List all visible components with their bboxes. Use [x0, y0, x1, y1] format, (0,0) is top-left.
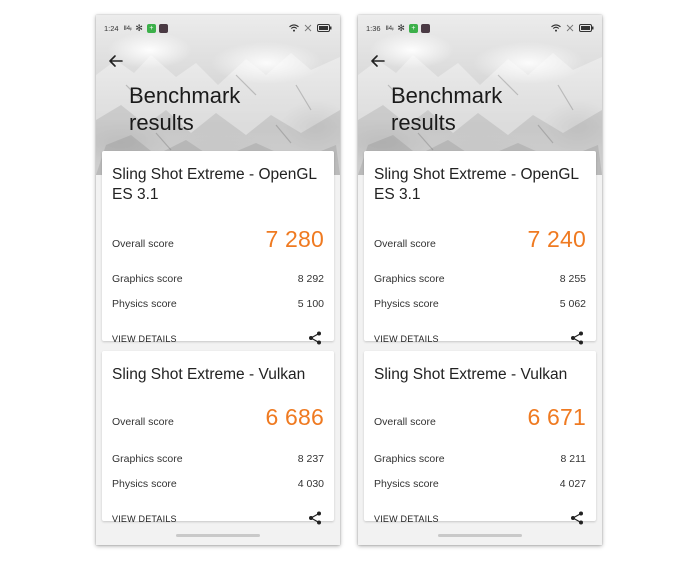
wifi-icon — [289, 24, 299, 32]
page-title-line-2: results — [391, 110, 456, 135]
graphics-score-label: Graphics score — [112, 453, 183, 465]
page-title-line-2: results — [129, 110, 194, 135]
snowflake-icon: ✻ — [135, 22, 143, 33]
no-sim-icon — [304, 24, 312, 32]
physics-score-row: Physics score 5 100 — [112, 298, 324, 310]
overall-score-value: 6 671 — [527, 404, 586, 430]
benchmark-card-opengl: Sling Shot Extreme - OpenGL ES 3.1 Overa… — [102, 151, 334, 345]
physics-score-value: 4 030 — [297, 478, 324, 490]
battery-icon — [317, 24, 332, 32]
share-icon[interactable] — [308, 511, 322, 525]
graphics-score-row: Graphics score 8 237 — [112, 453, 324, 465]
benchmark-card-opengl: Sling Shot Extreme - OpenGL ES 3.1 Overa… — [364, 151, 596, 345]
physics-score-label: Physics score — [374, 298, 439, 310]
status-bar: 1:36 Ⅱ4ᵢₗ ✻ + — [358, 15, 602, 41]
physics-score-row: Physics score 5 062 — [374, 298, 586, 310]
share-icon[interactable] — [570, 331, 584, 345]
card-title: Sling Shot Extreme - Vulkan — [374, 366, 568, 383]
benchmark-card-vulkan: Sling Shot Extreme - Vulkan Overall scor… — [102, 351, 334, 525]
view-details-button[interactable]: VIEW DETAILS — [374, 334, 439, 344]
overall-score-value: 6 686 — [265, 404, 324, 430]
card-title: Sling Shot Extreme - Vulkan — [112, 366, 306, 383]
status-time: 1:36 — [366, 23, 381, 33]
status-time: 1:24 — [104, 23, 119, 33]
notification-app-icon-2 — [420, 23, 430, 33]
graphics-score-label: Graphics score — [112, 273, 183, 285]
physics-score-label: Physics score — [112, 478, 177, 490]
graphics-score-label: Graphics score — [374, 273, 445, 285]
overall-score-row: Overall score 7 280 — [112, 226, 324, 253]
card-title: Sling Shot Extreme - OpenGL ES 3.1 — [374, 166, 579, 203]
overall-score-value: 7 280 — [265, 226, 324, 252]
overall-score-row: Overall score 6 686 — [112, 404, 324, 431]
home-indicator[interactable] — [438, 534, 522, 537]
view-details-button[interactable]: VIEW DETAILS — [112, 514, 177, 524]
share-icon[interactable] — [570, 511, 584, 525]
view-details-button[interactable]: VIEW DETAILS — [112, 334, 177, 344]
notification-app-icon: + — [408, 23, 418, 33]
notification-app-icon: + — [146, 23, 156, 33]
notification-app-icon-2 — [158, 23, 168, 33]
back-arrow-icon[interactable] — [108, 53, 124, 69]
phone-screen-2: 1:36 Ⅱ4ᵢₗ ✻ + Benchmark results Sling Sh… — [358, 15, 602, 545]
physics-score-value: 5 100 — [297, 298, 324, 310]
view-details-button[interactable]: VIEW DETAILS — [374, 514, 439, 524]
phone-screen-1: 1:24 Ⅱ4ᵢₗ ✻ + Benchmark results Sling Sh… — [96, 15, 340, 545]
page-title-line-1: Benchmark — [391, 83, 503, 108]
status-bar: 1:24 Ⅱ4ᵢₗ ✻ + — [96, 15, 340, 41]
graphics-score-row: Graphics score 8 211 — [374, 453, 586, 465]
graphics-score-label: Graphics score — [374, 453, 445, 465]
physics-score-row: Physics score 4 027 — [374, 478, 586, 490]
battery-icon — [579, 24, 594, 32]
overall-score-label: Overall score — [112, 238, 174, 250]
overall-score-label: Overall score — [374, 416, 436, 428]
back-arrow-icon[interactable] — [370, 53, 386, 69]
signal-indicator: Ⅱ4ᵢₗ — [385, 25, 394, 32]
no-sim-icon — [566, 24, 574, 32]
benchmark-card-vulkan: Sling Shot Extreme - Vulkan Overall scor… — [364, 351, 596, 525]
graphics-score-value: 8 292 — [297, 273, 324, 285]
overall-score-label: Overall score — [374, 238, 436, 250]
overall-score-value: 7 240 — [527, 226, 586, 252]
physics-score-value: 4 027 — [559, 478, 586, 490]
overall-score-row: Overall score 6 671 — [374, 404, 586, 431]
graphics-score-row: Graphics score 8 255 — [374, 273, 586, 285]
card-title: Sling Shot Extreme - OpenGL ES 3.1 — [112, 166, 317, 203]
page-title: Benchmark results — [129, 82, 279, 136]
overall-score-label: Overall score — [112, 416, 174, 428]
overall-score-row: Overall score 7 240 — [374, 226, 586, 253]
page-title: Benchmark results — [391, 82, 541, 136]
home-indicator[interactable] — [176, 534, 260, 537]
graphics-score-value: 8 237 — [297, 453, 324, 465]
signal-indicator: Ⅱ4ᵢₗ — [123, 25, 132, 32]
physics-score-label: Physics score — [112, 298, 177, 310]
snowflake-icon: ✻ — [397, 22, 405, 33]
graphics-score-value: 8 255 — [559, 273, 586, 285]
page-title-line-1: Benchmark — [129, 83, 241, 108]
physics-score-row: Physics score 4 030 — [112, 478, 324, 490]
physics-score-label: Physics score — [374, 478, 439, 490]
graphics-score-row: Graphics score 8 292 — [112, 273, 324, 285]
share-icon[interactable] — [308, 331, 322, 345]
physics-score-value: 5 062 — [559, 298, 586, 310]
graphics-score-value: 8 211 — [560, 453, 587, 465]
wifi-icon — [551, 24, 561, 32]
